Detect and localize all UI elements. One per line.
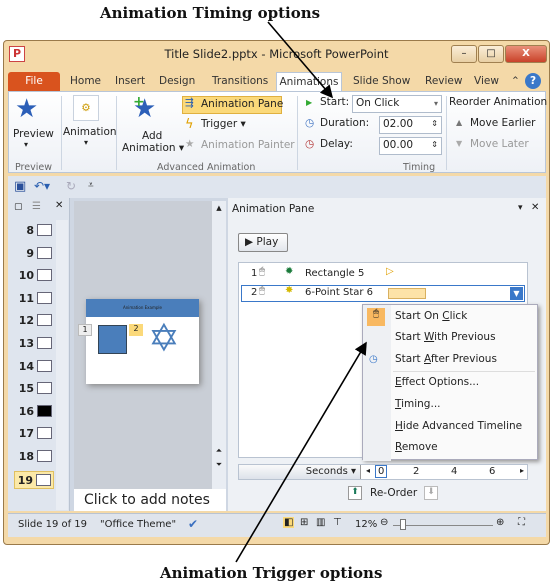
trigger-arrow	[235, 341, 367, 563]
timing-arrow	[267, 21, 334, 99]
annotation-arrows	[235, 21, 367, 563]
caption-bottom: Animation Trigger options	[160, 564, 383, 582]
